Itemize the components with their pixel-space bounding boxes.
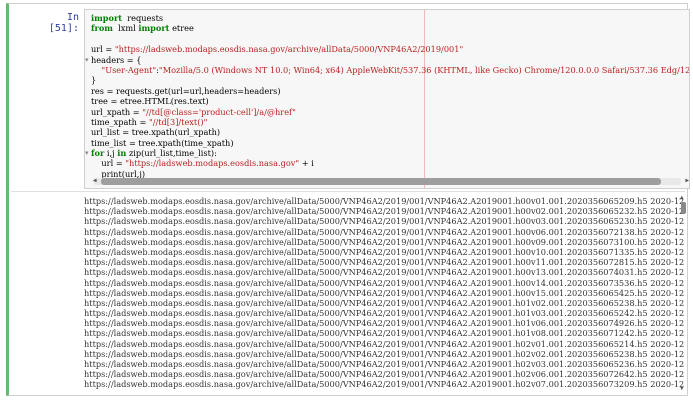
code-text: tree = etree.HTML(res.text)	[91, 96, 209, 107]
code-text: url =	[91, 158, 126, 169]
code-text: }	[91, 75, 97, 86]
scroll-left-icon[interactable]: ◀	[93, 177, 97, 184]
output-line: https://ladsweb.modaps.eosdis.nasa.gov/a…	[84, 359, 684, 369]
code-text: res = requests.get(url=url,headers=heade…	[91, 85, 281, 96]
code-text: url_list = tree.xpath(url_xpath)	[91, 127, 221, 138]
output-line: https://ladsweb.modaps.eosdis.nasa.gov/a…	[84, 379, 684, 390]
code-keyword: from	[91, 23, 113, 34]
code-text: + i	[299, 158, 314, 169]
output-divider	[11, 191, 685, 192]
code-text: time_xpath =	[91, 116, 149, 127]
code-line: url_xpath = "//td[@class='product-cell']…	[91, 107, 689, 117]
output-line: https://ladsweb.modaps.eosdis.nasa.gov/a…	[84, 369, 684, 380]
code-keyword: import	[138, 23, 170, 34]
output-line: https://ladsweb.modaps.eosdis.nasa.gov/a…	[84, 267, 684, 278]
code-lines: import requests from lxml import etree url…	[85, 13, 689, 179]
code-line: ▾ headers = {	[85, 54, 689, 65]
notebook-cell[interactable]: In [51]: import requests from lxml import…	[6, 3, 690, 396]
code-string: "https://ladsweb.modaps.eosdis.nasa.gov"	[125, 158, 300, 169]
code-line: ▾ for i,j in zip(url_list,time_list):	[85, 148, 689, 159]
code-keyword: import	[91, 13, 123, 23]
code-editor[interactable]: import requests from lxml import etree url…	[84, 9, 690, 189]
output-line: https://ladsweb.modaps.eosdis.nasa.gov/a…	[84, 236, 684, 247]
code-text: url =	[91, 44, 115, 55]
code-keyword: in	[117, 148, 127, 159]
code-text: url_xpath =	[91, 106, 143, 117]
code-line: time_xpath = "//td[3]/text()"	[91, 117, 689, 127]
code-line: "User-Agent":"Mozilla/5.0 (Windows NT 10…	[91, 65, 689, 75]
horizontal-scrollbar[interactable]: ◀ ▶	[93, 177, 689, 185]
code-string: "//td[3]/text()"	[148, 116, 208, 127]
output-line: https://ladsweb.modaps.eosdis.nasa.gov/a…	[84, 308, 684, 319]
output-line: https://ladsweb.modaps.eosdis.nasa.gov/a…	[84, 257, 684, 268]
vertical-scrollbar[interactable]: ▲ ▼	[680, 194, 687, 392]
code-keyword: for	[91, 148, 105, 159]
output-line: https://ladsweb.modaps.eosdis.nasa.gov/a…	[84, 338, 684, 349]
code-line: from lxml import etree	[91, 23, 689, 33]
code-line: tree = etree.HTML(res.text)	[91, 96, 689, 106]
code-line: url = "https://ladsweb.modaps.eosdis.nas…	[91, 44, 689, 54]
code-line: import requests	[91, 13, 689, 23]
output-line: https://ladsweb.modaps.eosdis.nasa.gov/a…	[84, 196, 684, 206]
code-line: url_list = tree.xpath(url_xpath)	[91, 127, 689, 137]
output-line: https://ladsweb.modaps.eosdis.nasa.gov/a…	[84, 328, 684, 339]
code-text: requests	[122, 13, 164, 23]
scroll-down-icon[interactable]: ▼	[680, 385, 684, 392]
output-line: https://ladsweb.modaps.eosdis.nasa.gov/a…	[84, 297, 684, 308]
code-string: "Mozilla/5.0 (Windows NT 10.0; Win64; x6…	[158, 64, 690, 75]
fold-arrow-icon[interactable]: ▾	[85, 148, 89, 158]
horizontal-scroll-thumb[interactable]	[101, 178, 661, 185]
code-text: time_list = tree.xpath(time_xpath)	[91, 137, 234, 148]
cell-output: https://ladsweb.modaps.eosdis.nasa.gov/a…	[84, 196, 684, 392]
code-line: res = requests.get(url=url,headers=heade…	[91, 86, 689, 96]
code-text: zip(url_list,time_list):	[126, 148, 217, 159]
fold-arrow-icon[interactable]: ▾	[85, 55, 89, 65]
cell-prompt: In [51]:	[48, 12, 79, 34]
code-line: url = "https://ladsweb.modaps.eosdis.nas…	[91, 158, 689, 168]
output-line: https://ladsweb.modaps.eosdis.nasa.gov/a…	[84, 277, 684, 288]
output-line: https://ladsweb.modaps.eosdis.nasa.gov/a…	[84, 226, 684, 237]
output-line: https://ladsweb.modaps.eosdis.nasa.gov/a…	[84, 246, 684, 257]
code-string: "//td[@class='product-cell']/a/@href"	[142, 106, 296, 117]
code-text: headers = {	[91, 54, 142, 65]
scroll-right-icon[interactable]: ▶	[685, 177, 689, 184]
vertical-scroll-thumb[interactable]	[681, 202, 686, 214]
code-string: "User-Agent"	[101, 64, 157, 75]
output-line: https://ladsweb.modaps.eosdis.nasa.gov/a…	[84, 206, 684, 217]
code-line: time_list = tree.xpath(time_xpath)	[91, 138, 689, 148]
code-text: lxml	[112, 23, 139, 34]
code-text: etree	[169, 23, 194, 34]
code-string: "https://ladsweb.modaps.eosdis.nasa.gov/…	[114, 44, 464, 55]
output-line: https://ladsweb.modaps.eosdis.nasa.gov/a…	[84, 318, 684, 329]
scroll-up-icon[interactable]: ▲	[680, 194, 684, 201]
code-text: i,j	[104, 148, 118, 159]
output-line: https://ladsweb.modaps.eosdis.nasa.gov/a…	[84, 287, 684, 298]
output-line: https://ladsweb.modaps.eosdis.nasa.gov/a…	[84, 348, 684, 359]
code-line: }	[91, 75, 689, 85]
output-line: https://ladsweb.modaps.eosdis.nasa.gov/a…	[84, 216, 684, 227]
